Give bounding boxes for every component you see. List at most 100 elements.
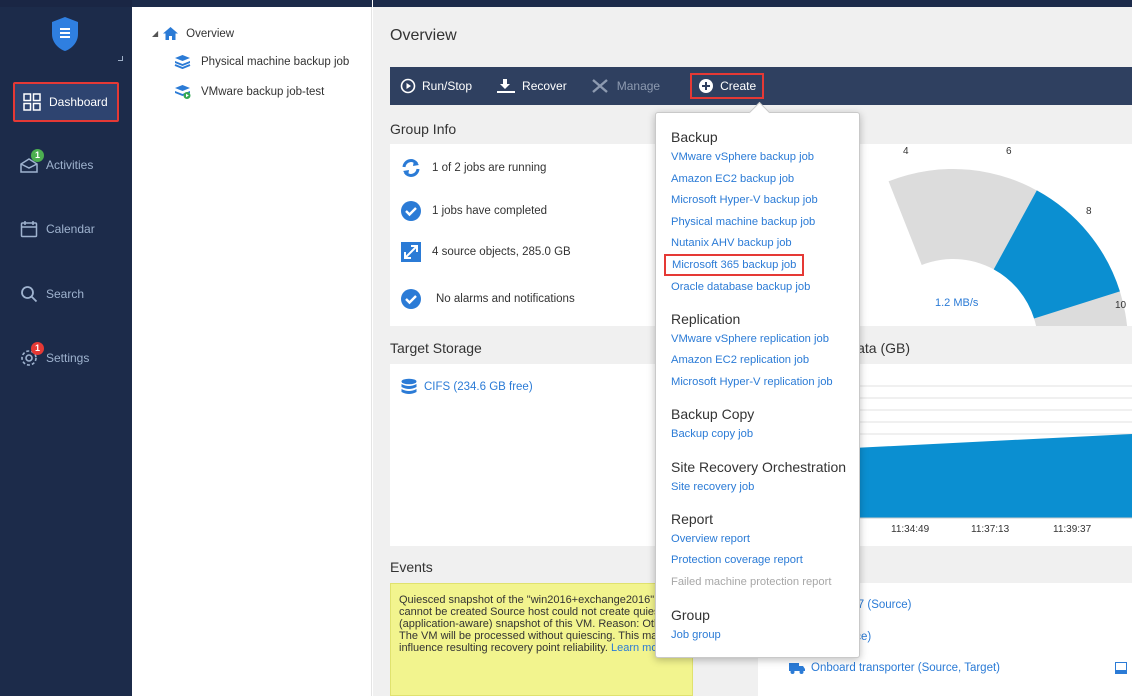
group-info-completed: 1 jobs have completed <box>400 200 547 222</box>
menu-item-protection-coverage-report[interactable]: Protection coverage report <box>671 554 803 566</box>
check-circle-icon <box>401 289 421 309</box>
menu-item-ec2-backup[interactable]: Amazon EC2 backup job <box>671 173 794 185</box>
node-row-3[interactable]: Onboard transporter (Source, Target) <box>788 661 1000 675</box>
menu-item-oracle-backup[interactable]: Oracle database backup job <box>671 281 810 293</box>
create-button[interactable]: Create <box>690 73 765 99</box>
recover-button[interactable]: Recover <box>496 73 567 99</box>
settings-badge: 1 <box>31 342 44 355</box>
menu-item-vmware-replication[interactable]: VMware vSphere replication job <box>671 333 829 345</box>
group-info-title: Group Info <box>390 121 457 137</box>
group-info-sources: 4 source objects, 285.0 GB <box>400 241 571 263</box>
tree-item-physical-job[interactable]: Physical machine backup job <box>174 54 349 69</box>
data-chart-panel: 11:34:49 11:37:13 11:39:37 <box>853 364 1132 546</box>
menu-section-backup: Backup <box>671 129 718 145</box>
job-running-icon <box>174 84 191 99</box>
gauge-speed-value: 1.2 MB/s <box>935 297 979 309</box>
menu-section-report: Report <box>671 511 714 527</box>
menu-item-ec2-replication[interactable]: Amazon EC2 replication job <box>671 354 809 366</box>
menu-item-failed-protection-report[interactable]: Failed machine protection report <box>671 576 831 588</box>
data-area-chart <box>853 385 1132 519</box>
manage-button[interactable]: Manage <box>591 73 660 99</box>
speed-gauge <box>888 169 1128 339</box>
nav-search-label: Search <box>46 287 85 301</box>
time-tick-3: 11:39:37 <box>1053 524 1092 535</box>
nav-top-strip <box>0 0 132 7</box>
logo-icon <box>50 16 80 52</box>
tree-top-strip <box>132 0 372 7</box>
menu-section-replication: Replication <box>671 311 741 327</box>
menu-item-job-group[interactable]: Job group <box>671 629 721 641</box>
nav-settings-label: Settings <box>46 351 90 365</box>
run-stop-label: Run/Stop <box>422 79 473 93</box>
menu-item-overview-report[interactable]: Overview report <box>671 533 750 545</box>
refresh-icon <box>402 159 420 177</box>
nav-calendar[interactable]: Calendar <box>18 214 95 244</box>
tree-item-physical-label: Physical machine backup job <box>201 55 350 68</box>
event-warning-card: Quiesced snapshot of the "win2016+exchan… <box>390 583 693 696</box>
settings-icon: 1 <box>18 342 44 369</box>
check-circle-icon <box>401 201 421 221</box>
menu-section-group: Group <box>671 607 710 623</box>
nav-dashboard[interactable]: Dashboard <box>13 82 119 122</box>
menu-item-vmware-backup[interactable]: VMware vSphere backup job <box>671 151 814 163</box>
target-storage-title: Target Storage <box>390 340 482 356</box>
collapse-icon[interactable] <box>118 56 123 61</box>
nav-search[interactable]: Search <box>18 279 84 309</box>
group-info-running-text: 1 of 2 jobs are running <box>432 162 547 174</box>
gauge-tick-8: 8 <box>1086 206 1092 217</box>
expand-triangle-icon[interactable]: ◢ <box>152 29 158 38</box>
plus-circle-icon <box>699 79 714 93</box>
run-stop-button[interactable]: Run/Stop <box>400 73 472 99</box>
recover-icon <box>497 79 516 93</box>
search-icon <box>18 283 40 305</box>
nav-dashboard-label: Dashboard <box>49 95 108 109</box>
gauge-tick-4: 4 <box>903 146 909 157</box>
job-stack-icon <box>174 54 191 69</box>
group-info-sources-text: 4 source objects, 285.0 GB <box>432 246 571 258</box>
nav-activities-label: Activities <box>46 158 94 172</box>
expand-arrows-icon <box>401 242 421 262</box>
gauge-tick-6: 6 <box>1006 146 1012 157</box>
main-top-strip <box>373 0 1132 7</box>
gauge-tick-10: 10 <box>1115 300 1127 311</box>
time-tick-2: 11:37:13 <box>971 524 1010 535</box>
menu-item-hyperv-replication[interactable]: Microsoft Hyper-V replication job <box>671 376 833 388</box>
tools-icon <box>591 79 608 93</box>
menu-item-hyperv-backup[interactable]: Microsoft Hyper-V backup job <box>671 194 818 206</box>
left-nav: Dashboard 1 Activities Calendar Search 1… <box>0 0 132 696</box>
home-icon <box>162 26 179 41</box>
nav-activities[interactable]: 1 Activities <box>18 149 94 180</box>
group-info-panel: 1 of 2 jobs are running 1 jobs have comp… <box>390 144 693 326</box>
nav-settings[interactable]: 1 Settings <box>18 342 90 373</box>
speed-gauge-panel: 4 6 8 10 1.2 MB/s <box>853 144 1132 339</box>
tree-item-overview[interactable]: ◢ Overview <box>152 26 234 41</box>
menu-item-nutanix-backup[interactable]: Nutanix AHV backup job <box>671 237 792 249</box>
menu-item-backup-copy[interactable]: Backup copy job <box>671 428 753 440</box>
menu-item-site-recovery[interactable]: Site recovery job <box>671 481 754 493</box>
database-icon <box>401 378 417 394</box>
page-title: Overview <box>390 27 457 44</box>
tree-item-vmware-job[interactable]: VMware backup job-test <box>174 84 324 99</box>
group-info-completed-text: 1 jobs have completed <box>432 205 548 217</box>
menu-item-m365-backup[interactable]: Microsoft 365 backup job <box>664 254 805 276</box>
toolbar: Run/Stop Recover Manage Create <box>390 67 1132 105</box>
node-row-3-label: Onboard transporter (Source, Target) <box>811 662 1000 674</box>
activities-icon: 1 <box>18 149 44 176</box>
create-label: Create <box>720 79 757 93</box>
calendar-icon <box>18 218 40 240</box>
menu-section-site-recovery: Site Recovery Orchestration <box>671 459 847 475</box>
activities-badge: 1 <box>31 149 44 162</box>
nav-calendar-label: Calendar <box>46 222 95 236</box>
truck-icon <box>789 663 805 674</box>
menu-item-physical-backup[interactable]: Physical machine backup job <box>671 216 815 228</box>
create-dropdown-menu: Backup VMware vSphere backup job Amazon … <box>655 112 860 658</box>
target-storage-panel: CIFS (234.6 GB free) <box>390 364 693 546</box>
data-area-series <box>853 434 1132 518</box>
storage-item-cifs[interactable]: CIFS (234.6 GB free) <box>400 378 533 396</box>
manage-label: Manage <box>616 79 661 93</box>
group-info-alarms: No alarms and notifications <box>400 288 575 310</box>
group-info-alarms-text: No alarms and notifications <box>436 293 575 305</box>
inventory-tree: ◢ Overview Physical machine backup job V… <box>132 0 372 696</box>
node-monitor-icon <box>1115 662 1127 674</box>
dashboard-icon <box>21 91 43 113</box>
